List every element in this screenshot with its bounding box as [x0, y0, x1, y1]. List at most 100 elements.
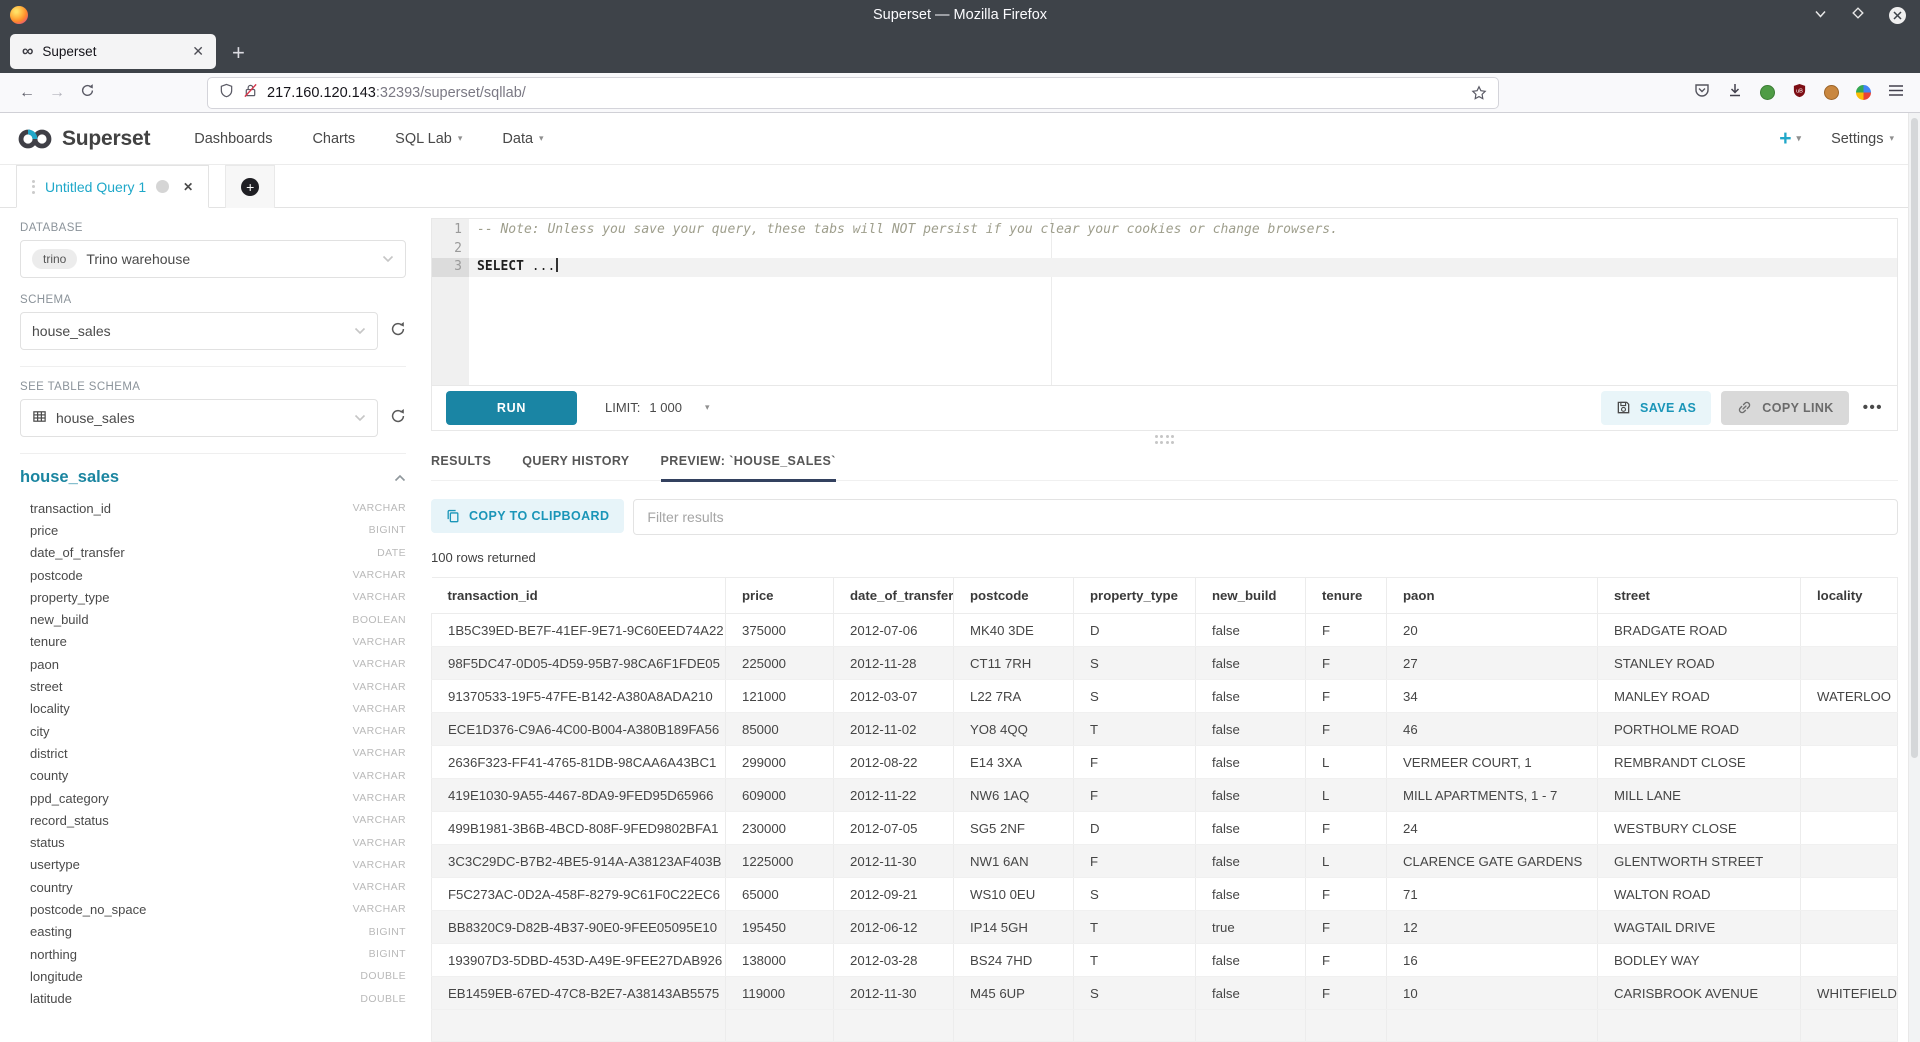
cell-transaction-id: ECE1D376-C9A6-4C00-B004-A380B189FA56 [432, 713, 726, 746]
browser-tab-superset[interactable]: ∞ Superset ✕ [10, 34, 216, 69]
privacy-badger-extension-icon[interactable] [1760, 85, 1775, 100]
scrollbar-thumb[interactable] [1911, 118, 1918, 758]
insecure-lock-icon[interactable] [243, 83, 258, 102]
cell-tenure: F [1306, 647, 1387, 680]
new-query-tab[interactable]: + [225, 165, 275, 208]
schema-column-row: paon VARCHAR [20, 653, 406, 675]
cell-property-type: T [1074, 944, 1196, 977]
filter-results-input[interactable] [633, 499, 1898, 535]
line-number: 2 [432, 240, 469, 259]
cell-new-build: false [1196, 713, 1306, 746]
run-button[interactable]: RUN [446, 391, 577, 425]
tab-close-icon[interactable]: ✕ [192, 43, 204, 60]
cell-tenure: L [1306, 779, 1387, 812]
cell-new-build: true [1196, 911, 1306, 944]
cell-property-type: D [1074, 812, 1196, 845]
cell-postcode: CT11 7RH [954, 647, 1074, 680]
nav-item-data[interactable]: Data▾ [502, 131, 543, 147]
settings-menu[interactable]: Settings▾ [1831, 131, 1894, 147]
nav-item-dashboards[interactable]: Dashboards [194, 131, 272, 147]
bookmark-star-icon[interactable] [1471, 85, 1487, 101]
save-as-button[interactable]: SAVE AS [1601, 391, 1711, 425]
window-maximize-button[interactable] [1851, 6, 1865, 25]
column-name: property_type [30, 590, 110, 605]
window-close-button[interactable] [1889, 7, 1906, 24]
column-header[interactable]: locality [1801, 578, 1898, 614]
sql-text: ... [524, 259, 555, 274]
table-select[interactable]: house_sales [20, 399, 378, 437]
tab-results[interactable]: RESULTS [431, 454, 491, 482]
nav-item-sql-lab[interactable]: SQL Lab▾ [395, 131, 462, 147]
schema-column-row: postcode VARCHAR [20, 564, 406, 586]
superset-logo[interactable]: Superset [16, 127, 150, 151]
back-icon[interactable]: ← [12, 84, 42, 102]
column-header[interactable]: date_of_transfer [834, 578, 954, 614]
column-header[interactable]: tenure [1306, 578, 1387, 614]
schema-select[interactable]: house_sales [20, 312, 378, 350]
schema-column-row: locality VARCHAR [20, 698, 406, 720]
url-bar[interactable]: 217.160.120.143:32393/superset/sqllab/ [208, 78, 1498, 108]
pinwheel-extension-icon[interactable] [1856, 85, 1871, 100]
query-tab-close-icon[interactable]: ✕ [183, 180, 193, 194]
cell-tenure: F [1306, 911, 1387, 944]
cell-locality [1801, 812, 1898, 845]
collapse-table-icon[interactable] [394, 474, 406, 482]
hamburger-menu-icon[interactable] [1888, 84, 1904, 102]
column-header[interactable]: postcode [954, 578, 1074, 614]
limit-value: 1 000 [649, 400, 682, 415]
editor-code-area[interactable]: -- Note: Unless you save your query, the… [469, 219, 1897, 385]
new-tab-button[interactable]: + [232, 42, 245, 64]
database-select[interactable]: trino Trino warehouse [20, 240, 406, 278]
cell-locality [1801, 911, 1898, 944]
cell-postcode: NW1 6AN [954, 845, 1074, 878]
text-cursor [556, 258, 558, 272]
forward-icon[interactable]: → [42, 84, 72, 102]
nav-item-charts[interactable]: Charts [312, 131, 355, 147]
window-minimize-button[interactable] [1814, 6, 1827, 24]
column-header[interactable]: price [726, 578, 834, 614]
column-type: VARCHAR [353, 792, 406, 804]
column-name: city [30, 724, 50, 739]
page-scrollbar[interactable] [1908, 113, 1920, 1042]
column-header[interactable]: new_build [1196, 578, 1306, 614]
results-tab-bar: RESULTS QUERY HISTORY PREVIEW: `HOUSE_SA… [431, 449, 1898, 481]
cell-new-build: false [1196, 746, 1306, 779]
cell-postcode: YO8 4QQ [954, 713, 1074, 746]
tab-query-history[interactable]: QUERY HISTORY [522, 454, 629, 482]
schema-column-row: northing BIGINT [20, 943, 406, 965]
reload-icon[interactable] [72, 83, 102, 103]
copy-to-clipboard-button[interactable]: COPY TO CLIPBOARD [431, 499, 624, 533]
shield-icon[interactable] [219, 83, 234, 102]
cell-street: BRADGATE ROAD [1598, 614, 1801, 647]
column-header[interactable]: property_type [1074, 578, 1196, 614]
cell-locality [1801, 878, 1898, 911]
tab-preview-house-sales[interactable]: PREVIEW: `HOUSE_SALES` [661, 454, 836, 482]
drag-handle-icon[interactable] [32, 180, 35, 194]
limit-dropdown[interactable]: LIMIT: 1 000 ▾ [605, 400, 709, 415]
table-columns-list: transaction_id VARCHAR price BIGINT date… [20, 497, 406, 1010]
refresh-schemas-icon[interactable] [390, 321, 406, 342]
query-tab-untitled-1[interactable]: Untitled Query 1 ✕ [16, 165, 209, 208]
more-actions-button[interactable]: ••• [1863, 399, 1883, 416]
column-type: VARCHAR [353, 725, 406, 737]
sql-editor[interactable]: 1 2 3 -- Note: Unless you save your quer… [431, 218, 1898, 386]
column-name: district [30, 746, 68, 761]
refresh-tables-icon[interactable] [390, 408, 406, 429]
downloads-icon[interactable] [1727, 82, 1743, 103]
cell-postcode: MK40 3DE [954, 614, 1074, 647]
table-schema-heading[interactable]: house_sales [20, 468, 119, 487]
column-header[interactable]: street [1598, 578, 1801, 614]
schema-select-value: house_sales [32, 323, 111, 339]
cookie-extension-icon[interactable] [1824, 85, 1839, 100]
cell-locality [1801, 713, 1898, 746]
column-header[interactable]: transaction_id [432, 578, 726, 614]
cell-price: 121000 [726, 680, 834, 713]
cell-transaction-id: 193907D3-5DBD-453D-A49E-9FEE27DAB926 [432, 944, 726, 977]
ublock-extension-icon[interactable]: uB [1792, 83, 1807, 103]
cell-new-build: false [1196, 977, 1306, 1010]
column-header[interactable]: paon [1387, 578, 1598, 614]
copy-link-button[interactable]: COPY LINK [1721, 391, 1848, 425]
pocket-icon[interactable] [1694, 82, 1710, 103]
add-new-button[interactable]: +▾ [1779, 127, 1801, 151]
pane-splitter[interactable] [431, 431, 1898, 449]
